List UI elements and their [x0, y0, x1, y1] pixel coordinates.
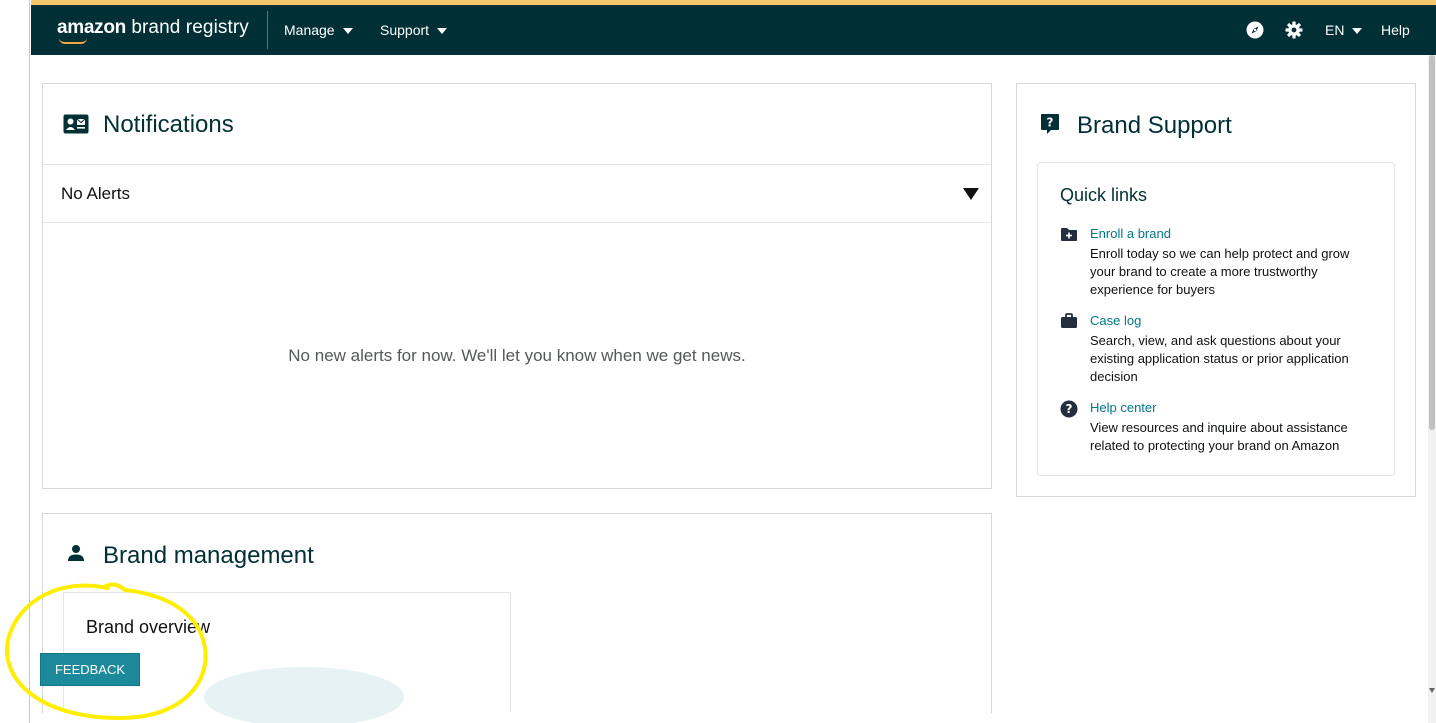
folder-plus-icon: [1060, 226, 1078, 244]
amazon-smile-icon: [59, 38, 87, 44]
notifications-card: Notifications No Alerts No new alerts fo…: [42, 83, 992, 489]
quick-links-panel: Quick links Enroll a brand Enroll today …: [1037, 162, 1395, 476]
compass-icon[interactable]: [1246, 21, 1264, 39]
logo-product-text: brand registry: [125, 17, 249, 38]
brand-support-title: Brand Support: [1077, 112, 1232, 139]
language-label: EN: [1325, 22, 1345, 38]
brand-overview-title: Brand overview: [86, 617, 211, 637]
svg-text:?: ?: [1066, 402, 1073, 416]
brand-overview-panel: Brand overview: [63, 592, 511, 723]
notifications-title: Notifications: [103, 111, 234, 138]
chevron-down-icon: [437, 27, 448, 34]
triangle-down-icon[interactable]: [963, 188, 979, 200]
amazon-brand-registry-logo[interactable]: amazon brand registry: [57, 17, 249, 44]
chevron-down-icon: [342, 27, 353, 34]
help-link[interactable]: Help: [1381, 5, 1410, 55]
feedback-button[interactable]: FEEDBACK: [40, 653, 140, 686]
empty-alerts-message: No new alerts for now. We'll let you kno…: [288, 346, 746, 365]
question-speech-icon: ?: [1040, 113, 1060, 140]
chevron-down-icon: [1352, 27, 1363, 34]
contact-card-icon: [63, 114, 89, 139]
person-icon: [67, 544, 85, 567]
page-left-margin: [0, 0, 30, 723]
alerts-filter-row[interactable]: No Alerts: [43, 164, 991, 223]
help-center-link[interactable]: Help center: [1090, 400, 1156, 415]
case-log-description: Search, view, and ask questions about yo…: [1090, 333, 1349, 384]
enroll-a-brand-link[interactable]: Enroll a brand: [1090, 226, 1171, 241]
scroll-down-arrow-icon[interactable]: [1429, 688, 1435, 693]
briefcase-icon: [1060, 313, 1078, 331]
scrollbar-thumb[interactable]: [1429, 55, 1435, 430]
nav-manage-menu[interactable]: Manage: [284, 5, 353, 55]
brand-support-card: ? Brand Support Quick links Enroll a bra…: [1016, 83, 1416, 497]
help-label: Help: [1381, 22, 1410, 38]
alerts-label: No Alerts: [61, 184, 130, 203]
svg-text:?: ?: [1047, 116, 1054, 130]
page-scrollbar[interactable]: [1428, 55, 1436, 723]
question-circle-icon: ?: [1060, 400, 1078, 418]
nav-manage-label: Manage: [284, 22, 335, 38]
brand-management-title: Brand management: [103, 542, 314, 569]
logo-brand-text: amazon: [57, 17, 126, 38]
brand-management-card: Brand management Brand overview: [42, 513, 992, 723]
nav-divider: [267, 11, 268, 49]
enroll-description: Enroll today so we can help protect and …: [1090, 246, 1350, 297]
case-log-link[interactable]: Case log: [1090, 313, 1141, 328]
language-selector[interactable]: EN: [1325, 5, 1363, 55]
help-center-description: View resources and inquire about assista…: [1090, 420, 1348, 453]
quick-links-title: Quick links: [1060, 185, 1148, 205]
overview-illustration: [204, 667, 404, 723]
nav-support-menu[interactable]: Support: [380, 5, 448, 55]
top-navigation-bar: amazon brand registry Manage Support EN …: [31, 0, 1436, 55]
nav-support-label: Support: [380, 22, 430, 38]
gear-icon[interactable]: [1285, 21, 1303, 39]
